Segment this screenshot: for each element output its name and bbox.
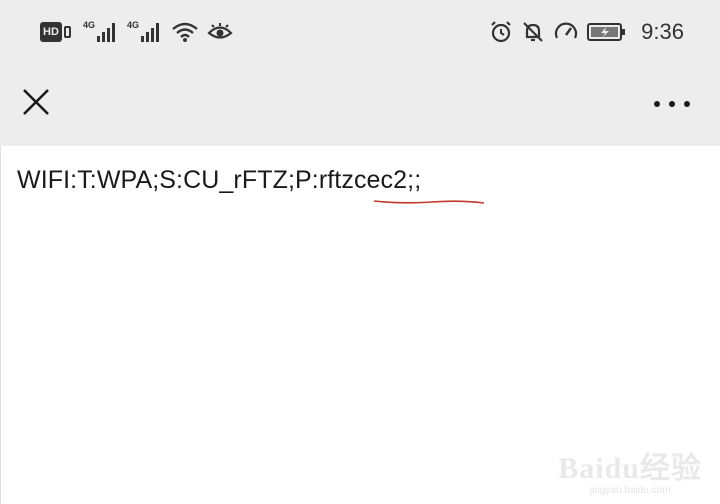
red-underline-annotation <box>373 200 485 204</box>
signal-icon: 4G <box>127 20 163 44</box>
more-icon-dot <box>684 101 690 107</box>
signal-bar <box>97 36 100 42</box>
alarm-icon <box>491 21 511 43</box>
battery-icon <box>587 23 626 41</box>
watermark: Baidu经验 jingyan.baidu.com <box>558 443 702 496</box>
speedometer-icon <box>555 22 578 39</box>
status-right: 9:36 <box>489 16 684 48</box>
signal-bar <box>141 36 144 42</box>
more-button[interactable] <box>654 94 690 114</box>
eye-icon <box>207 23 233 39</box>
header-bar <box>0 64 720 146</box>
wifi-icon <box>172 22 198 42</box>
signal-bar <box>146 32 149 42</box>
signal-bar <box>156 23 159 42</box>
more-icon-dot <box>654 101 660 107</box>
qr-result-text[interactable]: WIFI:T:WPA;S:CU_rFTZ;P:rftzcec2;; <box>17 166 421 195</box>
signal-bar <box>107 28 110 42</box>
status-time: 9:36 <box>641 19 684 44</box>
status-bar: HD 4G 4G 9:36 <box>0 0 720 64</box>
signal-bar <box>151 28 154 42</box>
close-button[interactable] <box>18 84 54 120</box>
network-type-label: 4G <box>127 20 140 30</box>
network-type-label: 4G <box>83 20 96 30</box>
hd-tail-icon <box>64 26 71 38</box>
signal-bar <box>102 32 105 42</box>
hd-icon: HD <box>40 22 62 42</box>
more-icon-dot <box>669 101 675 107</box>
status-left: HD 4G 4G <box>40 16 241 48</box>
signal-icon: 4G <box>83 20 119 44</box>
content-area: WIFI:T:WPA;S:CU_rFTZ;P:rftzcec2;; Baidu经… <box>0 146 720 504</box>
watermark-brand: Baidu经验 <box>558 452 702 485</box>
close-icon <box>23 89 49 115</box>
signal-bar <box>112 23 115 42</box>
mute-icon <box>523 22 543 42</box>
